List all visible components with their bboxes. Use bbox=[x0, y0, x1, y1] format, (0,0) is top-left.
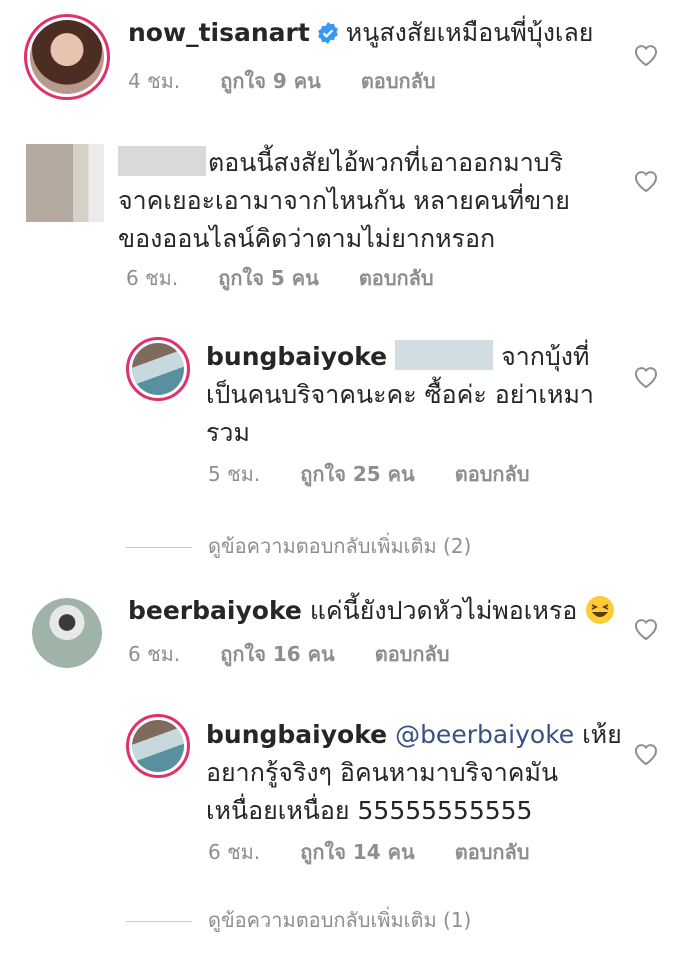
avatar[interactable] bbox=[126, 714, 190, 778]
heart-outline-icon[interactable] bbox=[633, 617, 659, 641]
comment-text-line: เหนื่อยเหนื่อย 55555555555 bbox=[206, 796, 533, 825]
comment-meta: 4 ชม. ถูกใจ 9 คน ตอบกลับ bbox=[128, 69, 476, 93]
comment-text-line: จากบุ้งที่ bbox=[501, 342, 590, 371]
username[interactable]: bungbaiyoke bbox=[206, 342, 387, 371]
username[interactable]: bungbaiyoke bbox=[206, 720, 387, 749]
comment-text: แค่นี้ยังปวดหัวไม่พอเหรอ bbox=[309, 596, 578, 625]
verified-badge-icon bbox=[316, 18, 340, 56]
comment-text-line: เป็นคนบริจาคนะคะ ซื้อค่ะ อย่าเหมา bbox=[206, 380, 594, 409]
avatar[interactable] bbox=[32, 598, 102, 668]
mention-link[interactable]: @beerbaiyoke bbox=[395, 720, 574, 749]
comment-text-line: ของออนไลน์คิดว่าตามไม่ยากหรอก bbox=[118, 224, 496, 253]
avatar[interactable] bbox=[24, 14, 110, 100]
heart-outline-icon[interactable] bbox=[633, 43, 659, 67]
reply-button[interactable]: ตอบกลับ bbox=[361, 69, 436, 93]
username[interactable]: now_tisanart bbox=[128, 18, 310, 47]
avatar[interactable] bbox=[26, 144, 104, 222]
timestamp: 6 ชม. bbox=[208, 840, 261, 864]
comment-meta: 6 ชม. ถูกใจ 16 คน ตอบกลับ bbox=[128, 642, 489, 666]
comment-text-line: อยากรู้จริงๆ อิคนหามาบริจาคมัน bbox=[206, 758, 559, 787]
likes-count[interactable]: ถูกใจ 9 คน bbox=[220, 69, 321, 93]
heart-outline-icon[interactable] bbox=[633, 365, 659, 389]
likes-count[interactable]: ถูกใจ 14 คน bbox=[300, 840, 415, 864]
reply-button[interactable]: ตอบกลับ bbox=[359, 266, 434, 290]
view-more-replies-button[interactable]: ดูข้อความตอบกลับเพิ่มเติม (1) bbox=[126, 904, 471, 936]
timestamp: 4 ชม. bbox=[128, 69, 181, 93]
comment-text-line: เห้ย bbox=[582, 720, 622, 749]
mention-redacted[interactable] bbox=[395, 340, 494, 370]
comment-text-line: รวม bbox=[206, 418, 250, 447]
divider-line bbox=[126, 547, 192, 548]
divider-line bbox=[126, 921, 192, 922]
comment-text-line: ตอนนี้สงสัยไอ้พวกที่เอาออกมาบริ bbox=[208, 148, 564, 177]
likes-count[interactable]: ถูกใจ 25 คน bbox=[300, 462, 415, 486]
username-redacted[interactable] bbox=[118, 146, 206, 176]
username[interactable]: beerbaiyoke bbox=[128, 596, 302, 625]
likes-count[interactable]: ถูกใจ 5 คน bbox=[218, 266, 319, 290]
comment-meta: 5 ชม. ถูกใจ 25 คน ตอบกลับ bbox=[208, 462, 569, 486]
view-more-replies-button[interactable]: ดูข้อความตอบกลับเพิ่มเติม (2) bbox=[126, 530, 471, 562]
timestamp: 6 ชม. bbox=[128, 642, 181, 666]
avatar[interactable] bbox=[126, 337, 190, 401]
reply-button[interactable]: ตอบกลับ bbox=[455, 840, 530, 864]
reply-button[interactable]: ตอบกลับ bbox=[455, 462, 530, 486]
timestamp: 5 ชม. bbox=[208, 462, 261, 486]
comment-meta: 6 ชม. ถูกใจ 14 คน ตอบกลับ bbox=[208, 840, 569, 864]
likes-count[interactable]: ถูกใจ 16 คน bbox=[220, 642, 335, 666]
reply-button[interactable]: ตอบกลับ bbox=[375, 642, 450, 666]
view-more-replies-label: ดูข้อความตอบกลับเพิ่มเติม (2) bbox=[208, 534, 472, 558]
comment-text: หนูสงสัยเหมือนพี่บุ้งเลย bbox=[345, 18, 594, 47]
heart-outline-icon[interactable] bbox=[633, 742, 659, 766]
view-more-replies-label: ดูข้อความตอบกลับเพิ่มเติม (1) bbox=[208, 908, 472, 932]
comment-text-line: จาคเยอะเอามาจากไหนกัน หลายคนที่ขาย bbox=[118, 186, 570, 215]
laughing-emoji-icon bbox=[585, 595, 615, 636]
timestamp: 6 ชม. bbox=[126, 266, 179, 290]
heart-outline-icon[interactable] bbox=[633, 169, 659, 193]
comment-meta: 6 ชม. ถูกใจ 5 คน ตอบกลับ bbox=[126, 266, 474, 290]
